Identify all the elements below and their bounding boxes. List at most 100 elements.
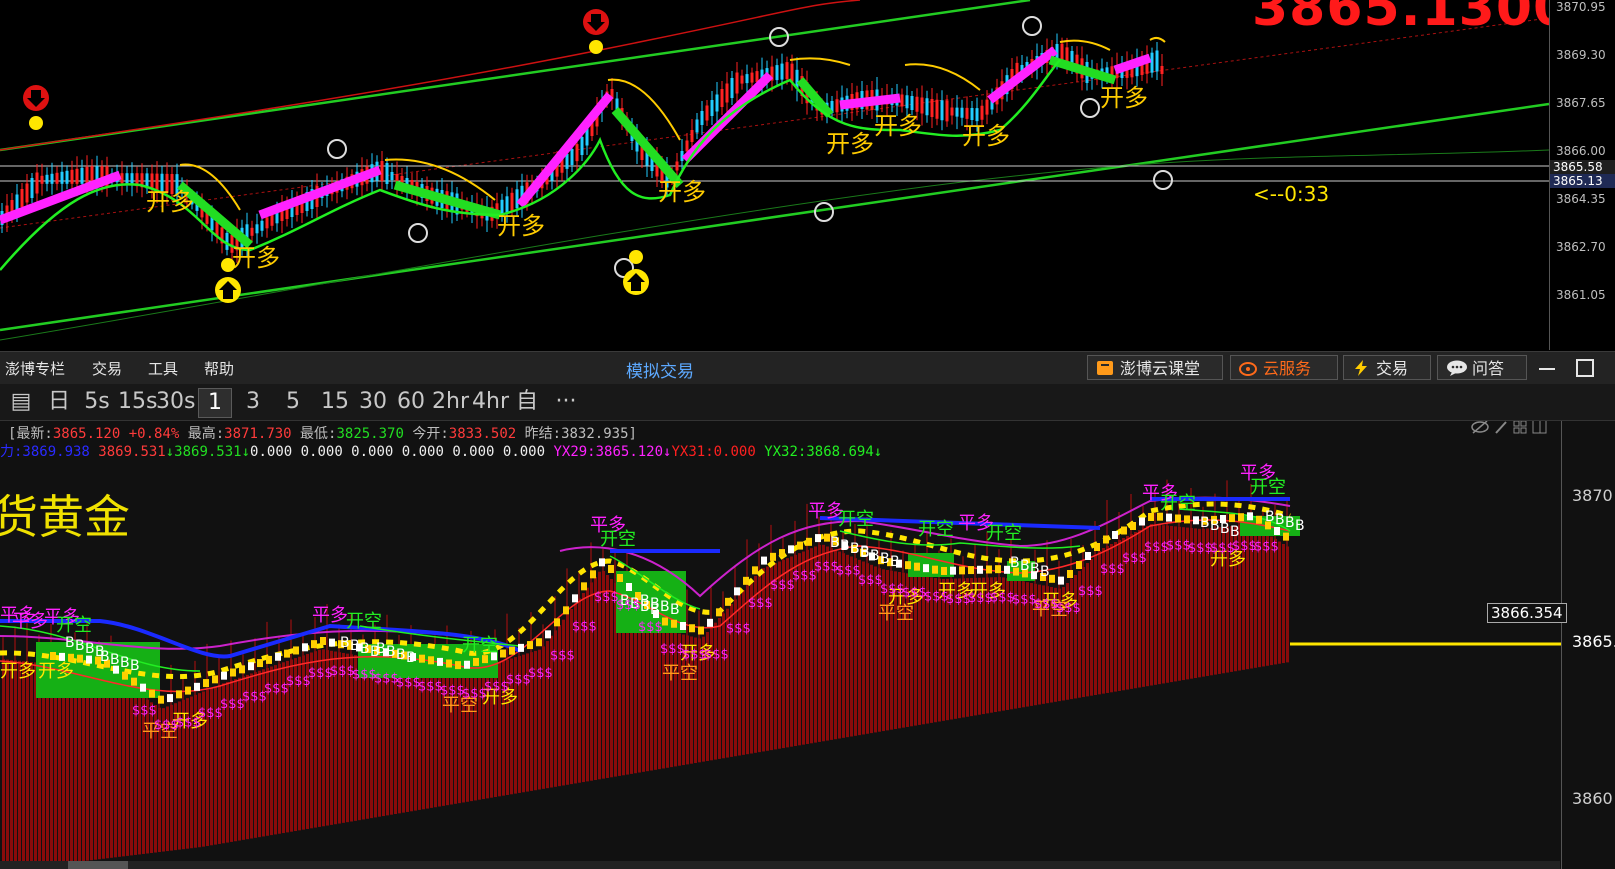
mini-candle <box>698 626 704 635</box>
dollar-marker: $$$ <box>132 703 157 718</box>
candle-body <box>1060 43 1064 60</box>
period-day-button[interactable]: 日 <box>44 388 74 416</box>
period-custom-button[interactable]: 自 <box>512 388 542 416</box>
period-2h-button[interactable]: 2hr <box>432 388 469 416</box>
candle-body <box>945 100 949 122</box>
mini-candle <box>815 534 821 543</box>
candle-body <box>25 183 29 203</box>
buy-marker: B <box>1030 561 1040 577</box>
mini-candle <box>941 566 947 575</box>
mini-candle <box>581 582 587 591</box>
histogram-bar <box>874 566 877 733</box>
mini-candle <box>131 677 137 686</box>
indicator-value: 3869.531 <box>98 444 166 460</box>
eye-edit-layout-icons[interactable] <box>1470 421 1550 437</box>
menu-trade[interactable]: 交易 <box>92 358 122 379</box>
menu-tools[interactable]: 工具 <box>148 358 178 379</box>
menu-column[interactable]: 澎博专栏 <box>5 358 65 379</box>
mini-candle <box>554 618 560 627</box>
lower-chart-canvas[interactable]: 平多平多平多开空开多 开多平空开多平多开空开空平空 开多平多开空开多平空平多开空 开空… <box>0 421 1561 869</box>
mini-candle <box>707 618 713 627</box>
trade-button[interactable]: 交易 <box>1343 355 1431 380</box>
period-15m-button[interactable]: 15 <box>318 388 352 416</box>
histogram-bar <box>846 554 849 738</box>
menu-help[interactable]: 帮助 <box>204 358 234 379</box>
trade-signal-label: 开空 <box>600 529 636 550</box>
mini-candle <box>689 624 695 633</box>
buy-marker: B <box>396 647 406 663</box>
last-price-large: 3865.1300 <box>1252 0 1571 38</box>
mini-candle <box>329 638 335 647</box>
minimize-icon[interactable] <box>1536 357 1558 379</box>
candle-body <box>45 174 49 184</box>
buy-marker: B <box>1275 512 1285 528</box>
axis-tick: 3860 <box>1572 789 1613 808</box>
mini-candle <box>1175 514 1181 523</box>
buy-marker: B <box>640 593 650 609</box>
open-long-label: 开多 <box>874 112 922 140</box>
histogram-bar <box>742 590 745 755</box>
histogram-bar <box>138 694 141 855</box>
top-price-chart[interactable]: 开多 开多 开多 开多 开多 开多 开多 开多 3865.1300 <--0:33 3870.… <box>0 0 1615 350</box>
period-30m-button[interactable]: 30 <box>356 388 390 416</box>
histogram-bar <box>1086 563 1089 697</box>
mini-candle <box>680 622 686 630</box>
period-30s-button[interactable]: 30s <box>156 388 195 416</box>
axis-tick: 3864.35 <box>1556 192 1606 206</box>
top-chart-canvas[interactable]: 开多开多开多开多开多开多 开多开多 <box>0 0 1550 350</box>
mini-candle <box>725 597 731 606</box>
period-4h-button[interactable]: 4hr <box>472 388 509 416</box>
candle-body <box>980 105 984 120</box>
candle-body <box>750 72 754 83</box>
indicator-value: YX31:0.000 <box>671 444 765 460</box>
candle-body <box>985 99 989 115</box>
axis-tick: 3870.95 <box>1556 0 1606 14</box>
period-60m-button[interactable]: 60 <box>394 388 428 416</box>
scrollbar-thumb[interactable] <box>68 861 128 869</box>
buy-marker: B <box>850 541 860 557</box>
mini-candle <box>752 566 758 575</box>
candle-body <box>20 189 24 207</box>
axis-tick: 3869.30 <box>1556 48 1606 62</box>
trade-signal-label: 开多 <box>38 661 74 682</box>
qa-button[interactable]: 问答 <box>1437 355 1527 380</box>
period-5m-button[interactable]: 5 <box>278 388 308 416</box>
histogram-bar <box>590 582 593 781</box>
axis-tick: 3867.65 <box>1556 96 1606 110</box>
candle-body <box>390 172 394 180</box>
chart-tool-icons[interactable] <box>1470 421 1550 441</box>
quote-value: 3865.120 <box>52 426 121 442</box>
period-3m-button[interactable]: 3 <box>238 388 268 416</box>
more-icon[interactable]: ··· <box>548 388 584 416</box>
maximize-icon[interactable] <box>1574 357 1596 379</box>
lower-price-axis[interactable]: 3870 3865.1 3860 <box>1561 421 1615 869</box>
period-15s-button[interactable]: 15s <box>118 388 157 416</box>
mini-candle <box>536 638 542 647</box>
period-1m-button[interactable]: 1 <box>198 388 232 418</box>
candle-body <box>575 144 579 162</box>
list-view-icon[interactable]: ▤ <box>6 388 36 416</box>
buy-marker: B <box>830 535 840 551</box>
cloud-service-label: 云服务 <box>1263 359 1312 378</box>
bar-countdown: <--0:33 <box>1253 182 1330 206</box>
histogram-bar <box>854 558 857 736</box>
mini-candle <box>437 657 443 666</box>
candle-body <box>690 130 694 142</box>
signal-dot-icon <box>29 116 43 130</box>
cloud-class-button[interactable]: 澎博云课堂 <box>1087 355 1223 380</box>
buy-marker: B <box>1285 515 1295 531</box>
candle-body <box>695 119 699 133</box>
buy-marker: B <box>860 545 870 561</box>
histogram-bar <box>30 662 33 861</box>
indicator-value: YX29:3865.120↓ <box>553 444 672 460</box>
lower-indicator-chart[interactable]: 平多 平多 平多 开空 开多 开多 平空 开多 平多 开空 开空 平空 开多 平多 开空 开多 平空 平多 开空 开空… <box>0 421 1615 869</box>
cloud-service-button[interactable]: 云服务 <box>1230 355 1338 380</box>
horizontal-scrollbar[interactable] <box>0 861 1560 869</box>
mini-candle <box>1067 570 1073 578</box>
candle-body <box>930 99 934 117</box>
candle-body <box>725 83 729 103</box>
pivot-circle <box>327 139 347 159</box>
period-5s-button[interactable]: 5s <box>82 388 112 416</box>
mini-candle <box>50 652 56 660</box>
candle-body <box>790 63 794 82</box>
